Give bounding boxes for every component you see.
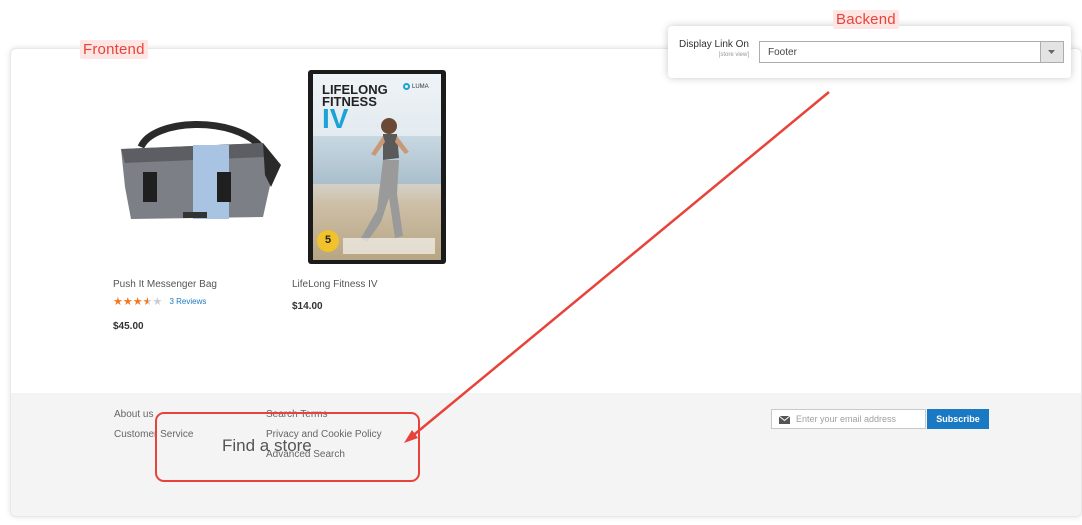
dvd-badge: 5 <box>317 230 339 252</box>
select-value: Footer <box>768 47 797 58</box>
fitness-dvd-cover-image[interactable]: LIFELONG FITNESS IV LUMA 5 <box>308 70 446 264</box>
newsletter-email-input[interactable] <box>771 409 926 429</box>
select-arrow-button[interactable] <box>1040 42 1063 62</box>
footer-link-about[interactable]: About us <box>114 409 153 420</box>
backend-label: Backend <box>833 10 899 29</box>
rating-stars: ★★★★★ 3 Reviews <box>113 296 207 308</box>
luma-logo-icon <box>403 83 410 90</box>
backend-config-panel: Display Link On [store view] Footer <box>668 26 1071 78</box>
messenger-bag-image[interactable] <box>113 117 283 237</box>
reviews-link[interactable]: 3 Reviews <box>169 297 206 306</box>
find-store-link[interactable]: Find a store <box>222 436 312 456</box>
scope-label: [store view] <box>718 52 749 58</box>
product-name[interactable]: Push It Messenger Bag <box>113 279 217 290</box>
envelope-icon <box>779 416 790 424</box>
product-name[interactable]: LifeLong Fitness IV <box>292 279 378 290</box>
chevron-down-icon <box>1048 50 1055 54</box>
product-price: $45.00 <box>113 321 144 332</box>
runner-figure <box>361 118 409 242</box>
dvd-brand: LUMA <box>412 84 429 90</box>
display-link-on-select[interactable]: Footer <box>759 41 1064 63</box>
display-link-on-label: Display Link On <box>678 39 749 50</box>
product-price: $14.00 <box>292 301 323 312</box>
dvd-title-line3: IV <box>322 103 349 134</box>
subscribe-button[interactable]: Subscribe <box>927 409 989 429</box>
frontend-label: Frontend <box>80 40 148 59</box>
